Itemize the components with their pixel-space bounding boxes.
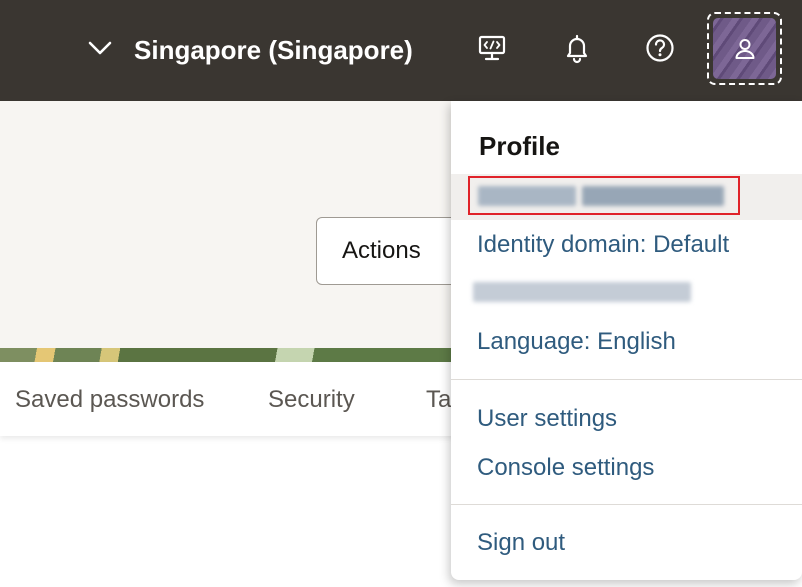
notifications-button[interactable] (557, 30, 597, 70)
decorative-banner (0, 348, 460, 362)
profile-menu: Profile Identity domain: Default Languag… (451, 101, 802, 580)
bell-icon (561, 32, 593, 69)
identity-domain-link[interactable]: Identity domain: Default (477, 231, 729, 259)
tab-saved-passwords[interactable]: Saved passwords (15, 386, 204, 414)
region-label: Singapore (Singapore) (134, 34, 413, 65)
redacted-username-part (582, 186, 724, 206)
top-header-bar: Singapore (Singapore) (0, 0, 802, 101)
menu-divider (451, 504, 802, 505)
console-settings-link[interactable]: Console settings (477, 454, 654, 482)
username-highlight-box (468, 176, 740, 215)
tab-truncated[interactable]: Ta (426, 386, 451, 414)
redacted-username-part (478, 186, 576, 206)
help-button[interactable] (640, 30, 680, 70)
menu-divider (451, 379, 802, 380)
avatar (713, 18, 776, 79)
region-selector[interactable]: Singapore (Singapore) (86, 28, 413, 72)
profile-username-row[interactable] (451, 174, 802, 220)
sign-out-link[interactable]: Sign out (477, 529, 565, 557)
cloud-shell-icon (476, 32, 508, 69)
tab-security[interactable]: Security (268, 386, 355, 414)
help-icon (644, 32, 676, 69)
tab-bar: Saved passwords Security Ta (0, 362, 470, 436)
profile-menu-title: Profile (479, 131, 560, 161)
language-link[interactable]: Language: English (477, 328, 676, 356)
chevron-down-icon (86, 34, 114, 67)
redacted-tenancy-text (473, 282, 691, 302)
cloud-shell-button[interactable] (472, 30, 512, 70)
profile-avatar-button[interactable] (707, 12, 782, 85)
user-settings-link[interactable]: User settings (477, 405, 617, 433)
